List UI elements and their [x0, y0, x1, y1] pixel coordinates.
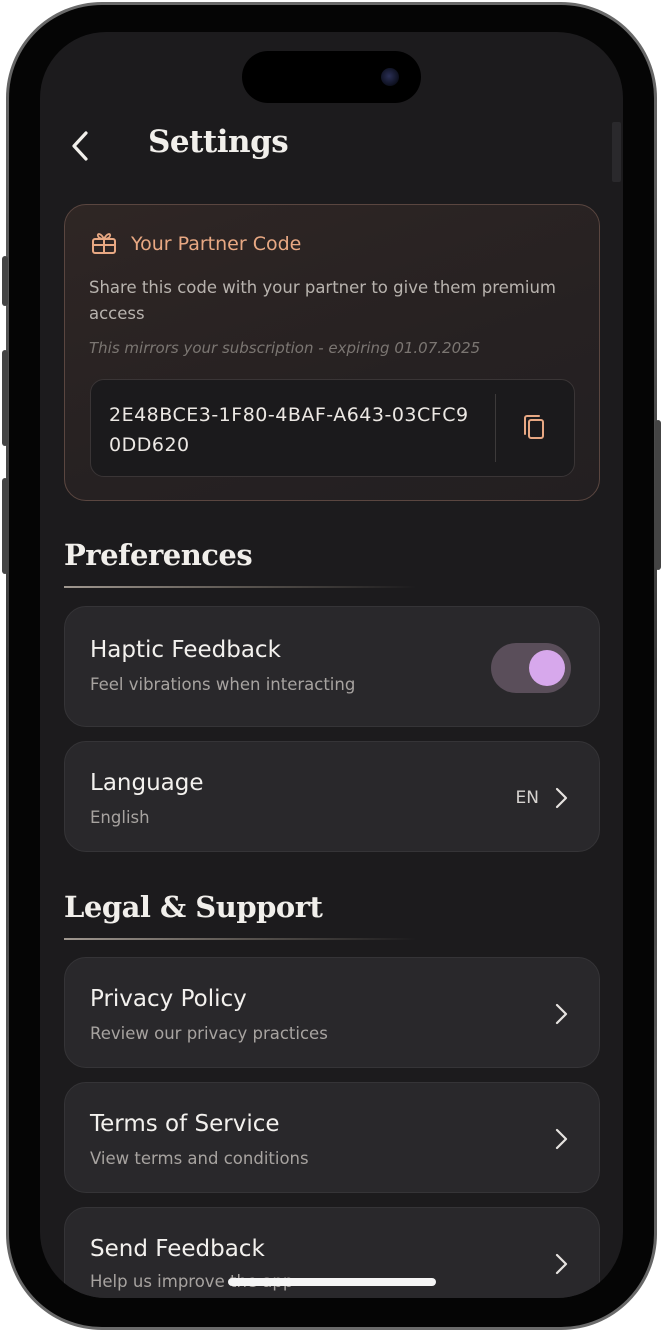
privacy-policy-subtitle: Review our privacy practices [90, 1024, 328, 1043]
section-divider [64, 938, 416, 940]
gift-icon [91, 231, 117, 255]
action-button [2, 256, 8, 306]
terms-of-service-subtitle: View terms and conditions [90, 1149, 309, 1168]
partner-code-description: Share this code with your partner to giv… [89, 278, 556, 323]
scroll-indicator[interactable] [612, 122, 621, 182]
camera-icon [381, 68, 399, 86]
privacy-policy-row[interactable]: Privacy Policy Review our privacy practi… [64, 957, 600, 1068]
back-button[interactable] [66, 126, 96, 166]
terms-of-service-title: Terms of Service [90, 1111, 280, 1137]
partner-code-value: 2E48BCE3-1F80-4BAF-A643-03CFC90DD620 [109, 404, 469, 456]
home-indicator[interactable] [228, 1278, 436, 1286]
haptic-feedback-title: Haptic Feedback [90, 637, 281, 663]
language-title: Language [90, 770, 204, 796]
haptic-feedback-subtitle: Feel vibrations when interacting [90, 675, 356, 694]
app-screen: Settings Your Partner Code Share this co… [40, 32, 623, 1298]
privacy-policy-title: Privacy Policy [90, 986, 247, 1012]
language-subtitle: English [90, 808, 150, 827]
partner-code-card: Your Partner Code Share this code with y… [64, 204, 600, 501]
copy-icon [524, 415, 544, 439]
chevron-right-icon [555, 1253, 568, 1275]
preferences-heading: Preferences [64, 538, 253, 572]
partner-code-box: 2E48BCE3-1F80-4BAF-A643-03CFC90DD620 [90, 379, 575, 477]
partner-code-title: Your Partner Code [131, 233, 302, 255]
haptic-feedback-row: Haptic Feedback Feel vibrations when int… [64, 606, 600, 727]
send-feedback-title: Send Feedback [90, 1236, 265, 1262]
section-divider [64, 586, 416, 588]
chevron-left-icon [72, 131, 88, 161]
power-button [655, 420, 661, 570]
volume-down-button [2, 478, 8, 574]
page-title: Settings [148, 124, 289, 160]
chevron-right-icon [555, 1128, 568, 1150]
language-row[interactable]: Language English EN [64, 741, 600, 852]
dynamic-island [242, 51, 421, 103]
haptic-feedback-toggle[interactable] [491, 643, 571, 693]
terms-of-service-row[interactable]: Terms of Service View terms and conditio… [64, 1082, 600, 1193]
copy-code-button[interactable] [515, 408, 555, 448]
subscription-note: This mirrors your subscription - expirin… [89, 339, 481, 357]
chevron-right-icon [555, 1003, 568, 1025]
volume-up-button [2, 350, 8, 446]
language-value: EN [515, 788, 539, 808]
divider [495, 394, 496, 462]
legal-support-heading: Legal & Support [64, 890, 323, 924]
chevron-right-icon [555, 787, 568, 809]
toggle-knob [529, 650, 565, 686]
